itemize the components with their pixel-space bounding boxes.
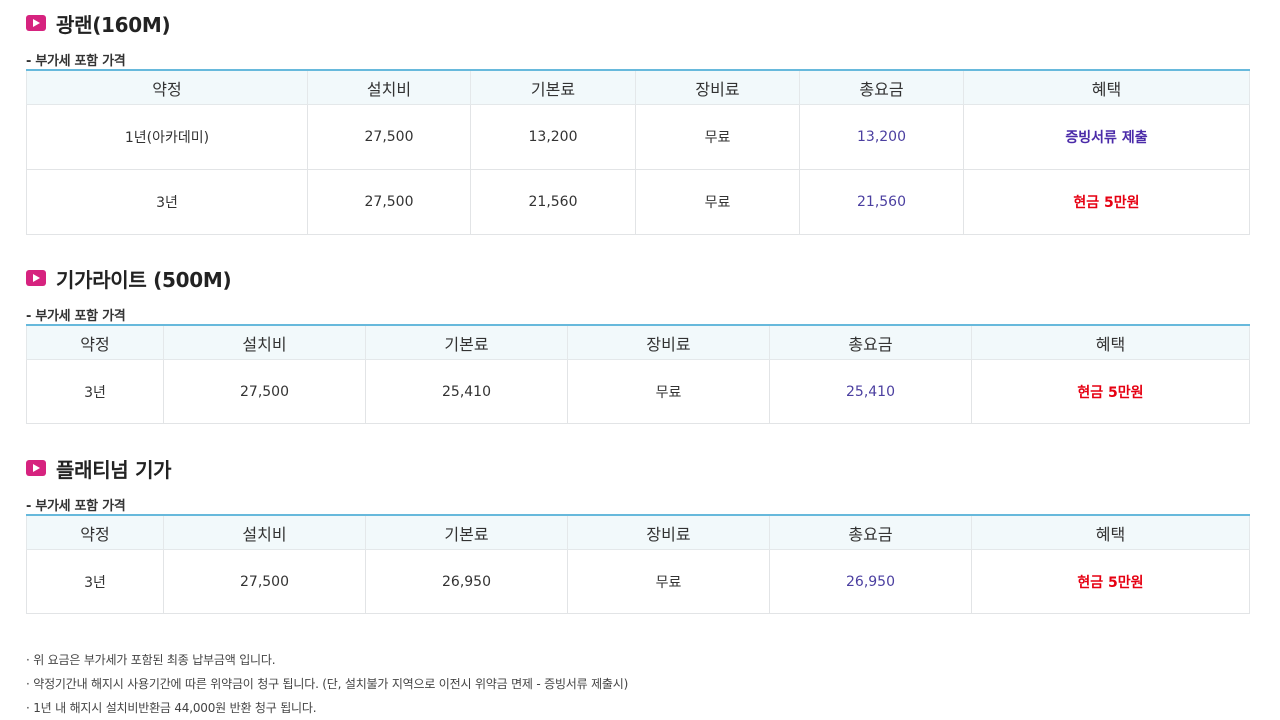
header-total-fee: 총요금 <box>769 324 972 360</box>
table-header-row: 약정 설치비 기본료 장비료 총요금 혜택 <box>26 324 1250 360</box>
header-equipment-fee: 장비료 <box>635 69 800 105</box>
cell-total-fee: 25,410 <box>769 359 972 424</box>
cell-install-fee: 27,500 <box>307 169 471 235</box>
vat-label: - 부가세 포함 가격 <box>26 499 126 514</box>
footnote: · 약정기간내 해지시 사용기간에 따른 위약금이 청구 됩니다. (단, 설치… <box>26 677 629 691</box>
cell-benefit: 현금 5만원 <box>963 169 1250 235</box>
cell-term: 3년 <box>26 549 164 614</box>
header-total-fee: 총요금 <box>799 69 964 105</box>
vat-label: - 부가세 포함 가격 <box>26 54 126 69</box>
header-benefit: 혜택 <box>971 514 1250 550</box>
table-row: 3년 27,500 26,950 무료 26,950 현금 5만원 <box>26 549 1250 614</box>
cell-base-fee: 26,950 <box>365 549 568 614</box>
section-title-text: 기가라이트 (500M) <box>56 267 232 292</box>
cell-term: 3년 <box>26 169 308 235</box>
table-row: 3년 27,500 25,410 무료 25,410 현금 5만원 <box>26 359 1250 424</box>
header-benefit: 혜택 <box>963 69 1250 105</box>
play-icon <box>26 460 46 476</box>
cell-install-fee: 27,500 <box>163 359 366 424</box>
section-title: 기가라이트 (500M) <box>26 265 232 292</box>
vat-label: - 부가세 포함 가격 <box>26 309 126 324</box>
header-equipment-fee: 장비료 <box>567 324 770 360</box>
pricing-table: 약정 설치비 기본료 장비료 총요금 혜택 3년 27,500 25,410 무… <box>26 324 1250 424</box>
section-title: 광랜(160M) <box>26 10 171 37</box>
cell-term: 1년(아카데미) <box>26 104 308 170</box>
header-benefit: 혜택 <box>971 324 1250 360</box>
cell-equipment-fee: 무료 <box>635 169 800 235</box>
section-title: 플래티넘 기가 <box>26 455 172 482</box>
section-title-text: 플래티넘 기가 <box>56 457 172 482</box>
cell-benefit: 현금 5만원 <box>971 359 1250 424</box>
table-header-row: 약정 설치비 기본료 장비료 총요금 혜택 <box>26 69 1250 105</box>
cell-total-fee: 26,950 <box>769 549 972 614</box>
cell-total-fee: 13,200 <box>799 104 964 170</box>
header-base-fee: 기본료 <box>365 514 568 550</box>
cell-base-fee: 25,410 <box>365 359 568 424</box>
table-row: 1년(아카데미) 27,500 13,200 무료 13,200 증빙서류 제출 <box>26 104 1250 170</box>
header-base-fee: 기본료 <box>470 69 636 105</box>
header-term: 약정 <box>26 69 308 105</box>
header-term: 약정 <box>26 324 164 360</box>
play-icon <box>26 270 46 286</box>
cell-equipment-fee: 무료 <box>635 104 800 170</box>
header-install-fee: 설치비 <box>163 324 366 360</box>
header-base-fee: 기본료 <box>365 324 568 360</box>
footnote: · 1년 내 해지시 설치비반환금 44,000원 반환 청구 됩니다. <box>26 701 317 715</box>
header-install-fee: 설치비 <box>163 514 366 550</box>
cell-install-fee: 27,500 <box>307 104 471 170</box>
cell-base-fee: 21,560 <box>470 169 636 235</box>
footnote: · 위 요금은 부가세가 포함된 최종 납부금액 입니다. <box>26 653 276 667</box>
cell-install-fee: 27,500 <box>163 549 366 614</box>
header-equipment-fee: 장비료 <box>567 514 770 550</box>
header-total-fee: 총요금 <box>769 514 972 550</box>
header-term: 약정 <box>26 514 164 550</box>
header-install-fee: 설치비 <box>307 69 471 105</box>
cell-term: 3년 <box>26 359 164 424</box>
pricing-table: 약정 설치비 기본료 장비료 총요금 혜택 3년 27,500 26,950 무… <box>26 514 1250 614</box>
footnotes: · 위 요금은 부가세가 포함된 최종 납부금액 입니다. · 약정기간내 해지… <box>26 648 628 720</box>
cell-base-fee: 13,200 <box>470 104 636 170</box>
cell-benefit: 증빙서류 제출 <box>963 104 1250 170</box>
pricing-table: 약정 설치비 기본료 장비료 총요금 혜택 1년(아카데미) 27,500 13… <box>26 69 1250 235</box>
cell-equipment-fee: 무료 <box>567 359 770 424</box>
play-icon <box>26 15 46 31</box>
table-header-row: 약정 설치비 기본료 장비료 총요금 혜택 <box>26 514 1250 550</box>
cell-equipment-fee: 무료 <box>567 549 770 614</box>
cell-benefit: 현금 5만원 <box>971 549 1250 614</box>
table-row: 3년 27,500 21,560 무료 21,560 현금 5만원 <box>26 169 1250 235</box>
section-title-text: 광랜(160M) <box>56 12 171 37</box>
cell-total-fee: 21,560 <box>799 169 964 235</box>
